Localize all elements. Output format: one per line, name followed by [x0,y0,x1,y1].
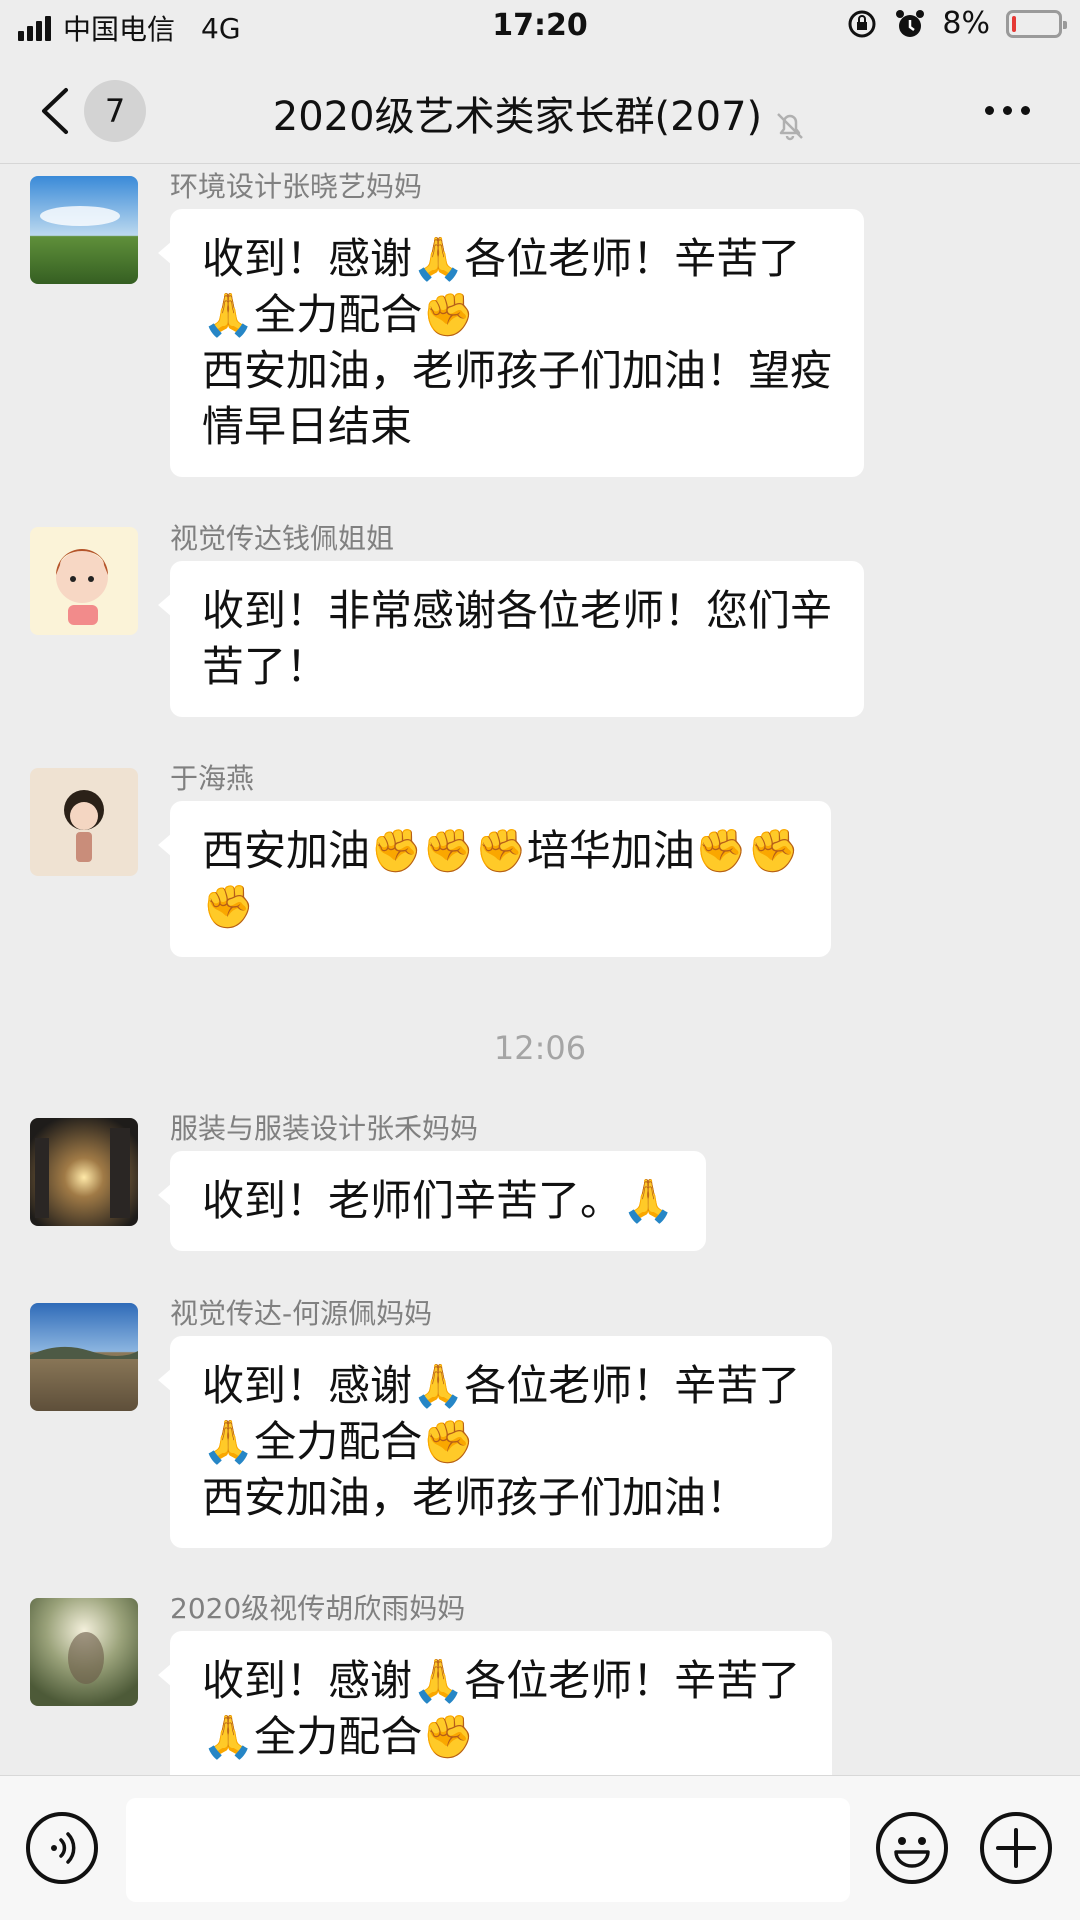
message-list[interactable]: 环境设计张晓艺妈妈 收到！感谢🙏各位老师！辛苦了 🙏全力配合✊ 西安加油，老师孩… [0,165,1080,1775]
message-line: 西安加油，老师孩子们加油！ [202,1473,749,1522]
nav-bar: 7 2020级艺术类家长群(207) [0,56,1080,164]
message-bubble[interactable]: 收到！老师们辛苦了。🙏 [157,1151,707,1251]
message-line: 🙏全力配合✊ [202,1712,475,1761]
message-input[interactable] [126,1798,850,1902]
message-line: 情早日结束 [202,402,413,451]
sender-name: 视觉传达-何源佩妈妈 [170,1297,433,1330]
more-icon[interactable] [985,106,1030,115]
message-bubble[interactable]: 收到！感谢🙏各位老师！辛苦了 🙏全力配合✊ 西安加油，老师孩子们加油！望疫 情早… [157,209,865,477]
wechat-group-chat-screen: 中国电信 4G 17:20 8% 7 2020级艺术类家长群(207) 环境设计… [0,0,1080,1920]
chat-timestamp: 12:06 [493,1029,587,1067]
alarm-icon [896,9,925,37]
message-bubble[interactable]: 收到！感谢🙏各位老师！辛苦了 🙏全力配合✊ 西安加油，老师孩子们加油！ [157,1336,833,1548]
message-line: 🙏全力配合✊ [202,1417,475,1466]
battery-icon [1006,9,1067,38]
avatar-grassland-photo[interactable] [30,176,138,284]
emoji-icon[interactable] [876,1812,948,1884]
message-bubble[interactable]: 收到！感谢🙏各位老师！辛苦了 🙏全力配合✊ [157,1631,833,1775]
message-line: 苦了！ [202,642,329,691]
message-line: 收到！感谢🙏各位老师！辛苦了 [202,1361,801,1410]
sender-name: 服装与服装设计张禾妈妈 [170,1112,479,1145]
message-bubble[interactable]: 收到！非常感谢各位老师！您们辛 苦了！ [157,561,865,717]
avatar-cartoon-girl[interactable] [30,527,138,635]
status-bar: 中国电信 4G 17:20 8% [0,0,1080,56]
voice-icon[interactable] [26,1812,98,1884]
battery-percent: 8% [942,6,990,41]
sender-name: 环境设计张晓艺妈妈 [170,170,423,203]
sender-name: 于海燕 [170,762,255,795]
muted-bell-icon [777,112,804,140]
message-line: 收到！老师们辛苦了。🙏 [202,1176,675,1225]
chat-title[interactable]: 2020级艺术类家长群(207) [273,94,762,140]
avatar-forest-photo[interactable] [30,1598,138,1706]
message-line: 🙏全力配合✊ [202,290,475,339]
sender-name: 视觉传达钱佩姐姐 [170,522,395,555]
avatar-sunset-photo[interactable] [30,1118,138,1226]
message-line: 西安加油，老师孩子们加油！望疫 [202,346,833,395]
avatar-cartoon-girl-2[interactable] [30,768,138,876]
status-right: 8% [846,6,1067,41]
plus-icon[interactable] [980,1812,1052,1884]
message-line: 收到！感谢🙏各位老师！辛苦了 [202,234,801,283]
sender-name: 2020级视传胡欣雨妈妈 [170,1592,466,1625]
message-line: 收到！非常感谢各位老师！您们辛 [202,586,833,635]
chat-title-wrap: 2020级艺术类家长群(207) [0,84,1080,143]
rotation-lock-icon [848,10,876,37]
message-line: 西安加油✊✊✊培华加油✊✊ [202,826,800,875]
message-line: 收到！感谢🙏各位老师！辛苦了 [202,1656,801,1705]
avatar-landscape-photo[interactable] [30,1303,138,1411]
input-bar [0,1775,1080,1920]
battery-level [1012,15,1016,32]
message-bubble[interactable]: 西安加油✊✊✊培华加油✊✊ ✊ [157,801,832,957]
message-line: ✊ [202,882,255,931]
